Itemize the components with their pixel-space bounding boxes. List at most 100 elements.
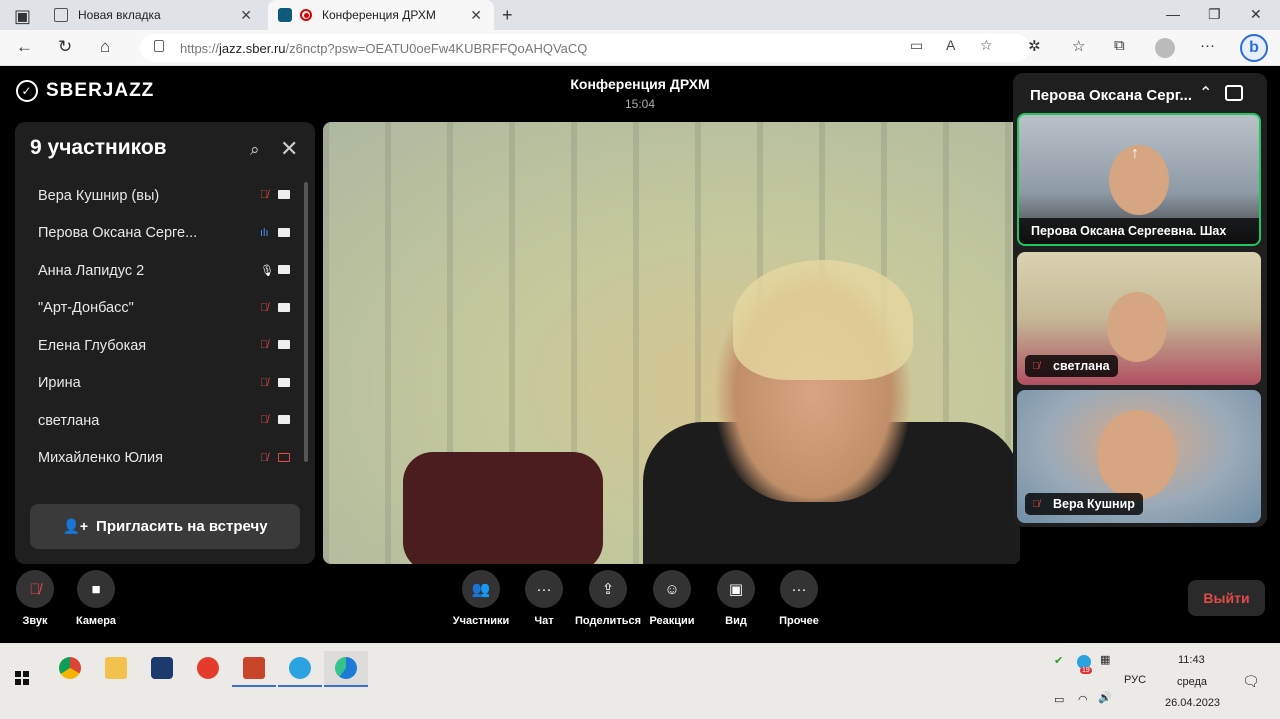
favorites-bar-icon[interactable]: ☆ (1072, 37, 1085, 55)
more-icon: ··· (780, 570, 818, 608)
invite-label: Пригласить на встречу (96, 518, 268, 535)
participants-label: Участники (452, 615, 510, 627)
mic-muted-icon: 🎙̸ (260, 189, 269, 201)
view-button[interactable]: ▣ Вид (706, 570, 766, 627)
close-icon[interactable]: ✕ (280, 136, 298, 162)
windows-start-icon[interactable] (15, 671, 29, 685)
participant-row[interactable]: Елена Глубокая 🎙̸ (15, 327, 307, 365)
chat-button[interactable]: ··· Чат (514, 570, 574, 627)
url-input[interactable]: https://jazz.sber.ru/z6nctp?psw=OEATU0oe… (140, 34, 1030, 62)
mic-on-icon: 🎙 (260, 265, 274, 277)
close-tab-icon[interactable]: ✕ (240, 7, 252, 24)
tab-new-tab[interactable]: Новая вкладка ✕ (44, 0, 264, 30)
participant-row[interactable]: Перова Оксана Серге... ılı (15, 215, 307, 253)
participant-row[interactable]: светлана 🎙̸ (15, 402, 307, 440)
wifi-icon[interactable]: ◠ (1078, 693, 1088, 706)
camera-icon: ■ (77, 570, 115, 608)
participant-row[interactable]: Анна Лапидус 2 🎙 (15, 252, 307, 290)
profile-icon[interactable] (1155, 38, 1175, 58)
new-tab-button[interactable]: + (502, 5, 513, 26)
participant-row[interactable]: "Арт-Донбасс" 🎙̸ (15, 290, 307, 328)
participants-scrollbar[interactable] (304, 182, 308, 462)
leave-button[interactable]: Выйти (1188, 580, 1265, 616)
tab-label: Конференция ДРХМ (322, 8, 436, 22)
tile-face (1109, 145, 1169, 215)
camera-on-icon (278, 415, 290, 424)
home-icon[interactable]: ⌂ (100, 37, 110, 57)
search-icon[interactable]: ⌕ (250, 140, 260, 160)
camera-permission-icon[interactable]: ▭ (910, 37, 923, 54)
new-tab-icon (54, 8, 68, 22)
participant-row[interactable]: Михайленко Юлия 🎙̸ (15, 440, 307, 478)
tray-app-icon[interactable]: ▦ (1100, 653, 1110, 666)
smile-icon: ☺ (653, 570, 691, 608)
reactions-button[interactable]: ☺ Реакции (642, 570, 702, 627)
participant-row[interactable]: Ирина 🎙̸ (15, 365, 307, 403)
mic-muted-icon: 🎙̸ (260, 301, 269, 314)
participant-row[interactable]: Вера Кушнир (вы) 🎙̸ (15, 177, 307, 215)
edge-taskbar-button[interactable] (324, 651, 368, 687)
powerpoint-taskbar-button[interactable] (232, 651, 276, 687)
back-icon[interactable]: ← (16, 37, 33, 57)
video-tile[interactable]: ↑ Перова Оксана Сергеевна. Шах (1017, 113, 1261, 246)
clock-time[interactable]: 11:43 (1178, 654, 1205, 666)
layout-toggle-icon[interactable] (1225, 85, 1243, 101)
logo-check-icon: ✓ (16, 80, 38, 102)
tile-name: Вера Кушнир (1053, 497, 1135, 511)
telegram-icon (289, 657, 311, 679)
chat-label: Чат (534, 615, 554, 627)
chrome-taskbar-button[interactable] (48, 651, 92, 685)
favorite-icon[interactable]: ☆ (980, 37, 993, 54)
active-speaker-name: Перова Оксана Серг... (1030, 87, 1192, 104)
video-tile[interactable]: 🎙̸ Вера Кушнир (1017, 390, 1261, 523)
sound-label: Звук (22, 615, 48, 627)
participants-button[interactable]: 👥 Участники (451, 570, 511, 627)
main-video[interactable] (323, 122, 1020, 564)
site-favicon-icon (278, 8, 292, 22)
mic-muted-icon: 🎙̸ (260, 339, 269, 351)
check-tray-icon[interactable]: ✔ (1054, 654, 1063, 667)
invite-button[interactable]: 👤+ Пригласить на встречу (30, 504, 300, 549)
camera-on-icon (278, 340, 290, 349)
notifications-icon[interactable]: 🗨 (1242, 673, 1260, 690)
tab-actions-icon[interactable]: ▣ (14, 6, 31, 27)
lock-icon (154, 40, 164, 52)
edge-icon (335, 657, 357, 679)
more-button[interactable]: ··· Прочее (769, 570, 829, 627)
battery-icon[interactable]: ▭ (1054, 693, 1064, 706)
yandex-icon (197, 657, 219, 679)
tile-name: Перова Оксана Сергеевна. Шах (1019, 218, 1259, 244)
share-button[interactable]: ⇪ Поделиться (575, 570, 641, 627)
mic-muted-icon: 🎙̸ (1032, 360, 1040, 372)
telegram-taskbar-button[interactable] (278, 651, 322, 687)
maximize-icon[interactable]: ❐ (1208, 6, 1221, 23)
security-taskbar-button[interactable] (140, 651, 184, 685)
participants-list: Вера Кушнир (вы) 🎙̸ Перова Оксана Серге..… (15, 177, 307, 477)
clock-day: среда (1177, 676, 1208, 688)
menu-icon[interactable]: ··· (1200, 37, 1215, 54)
collections-icon[interactable]: ⧉ (1114, 37, 1125, 54)
yandex-taskbar-button[interactable] (186, 651, 230, 685)
close-window-icon[interactable]: ✕ (1250, 6, 1262, 23)
tab-conference[interactable]: Конференция ДРХМ ✕ (268, 0, 494, 30)
url-path: /z6nctp?psw=OEATU0oeFw4KUBRFFQoAHQVaCQ (285, 40, 588, 56)
chevron-up-icon[interactable]: ⌃ (1199, 83, 1212, 103)
minimize-icon[interactable]: — (1166, 6, 1180, 22)
video-tile[interactable]: 🎙̸ светлана (1017, 252, 1261, 385)
tile-label: 🎙̸ светлана (1025, 355, 1118, 377)
view-layout-icon: ▣ (717, 570, 755, 608)
sound-button[interactable]: 🎙̸ Звук (5, 570, 65, 627)
bing-icon[interactable]: b (1240, 34, 1268, 62)
clock-date: 26.04.2023 (1165, 697, 1221, 709)
people-icon: 👥 (462, 570, 500, 608)
language-indicator[interactable]: РУС (1124, 674, 1146, 686)
volume-icon[interactable]: 🔊 (1098, 691, 1112, 704)
extensions-icon[interactable]: ✲ (1028, 37, 1041, 55)
close-tab-icon[interactable]: ✕ (470, 7, 482, 24)
reload-icon[interactable]: ↻ (58, 37, 72, 57)
read-aloud-icon[interactable]: A (946, 37, 955, 53)
camera-button[interactable]: ■ Камера (66, 570, 126, 627)
explorer-taskbar-button[interactable] (94, 651, 138, 685)
camera-label: Камера (75, 615, 117, 627)
more-label: Прочее (779, 615, 819, 627)
